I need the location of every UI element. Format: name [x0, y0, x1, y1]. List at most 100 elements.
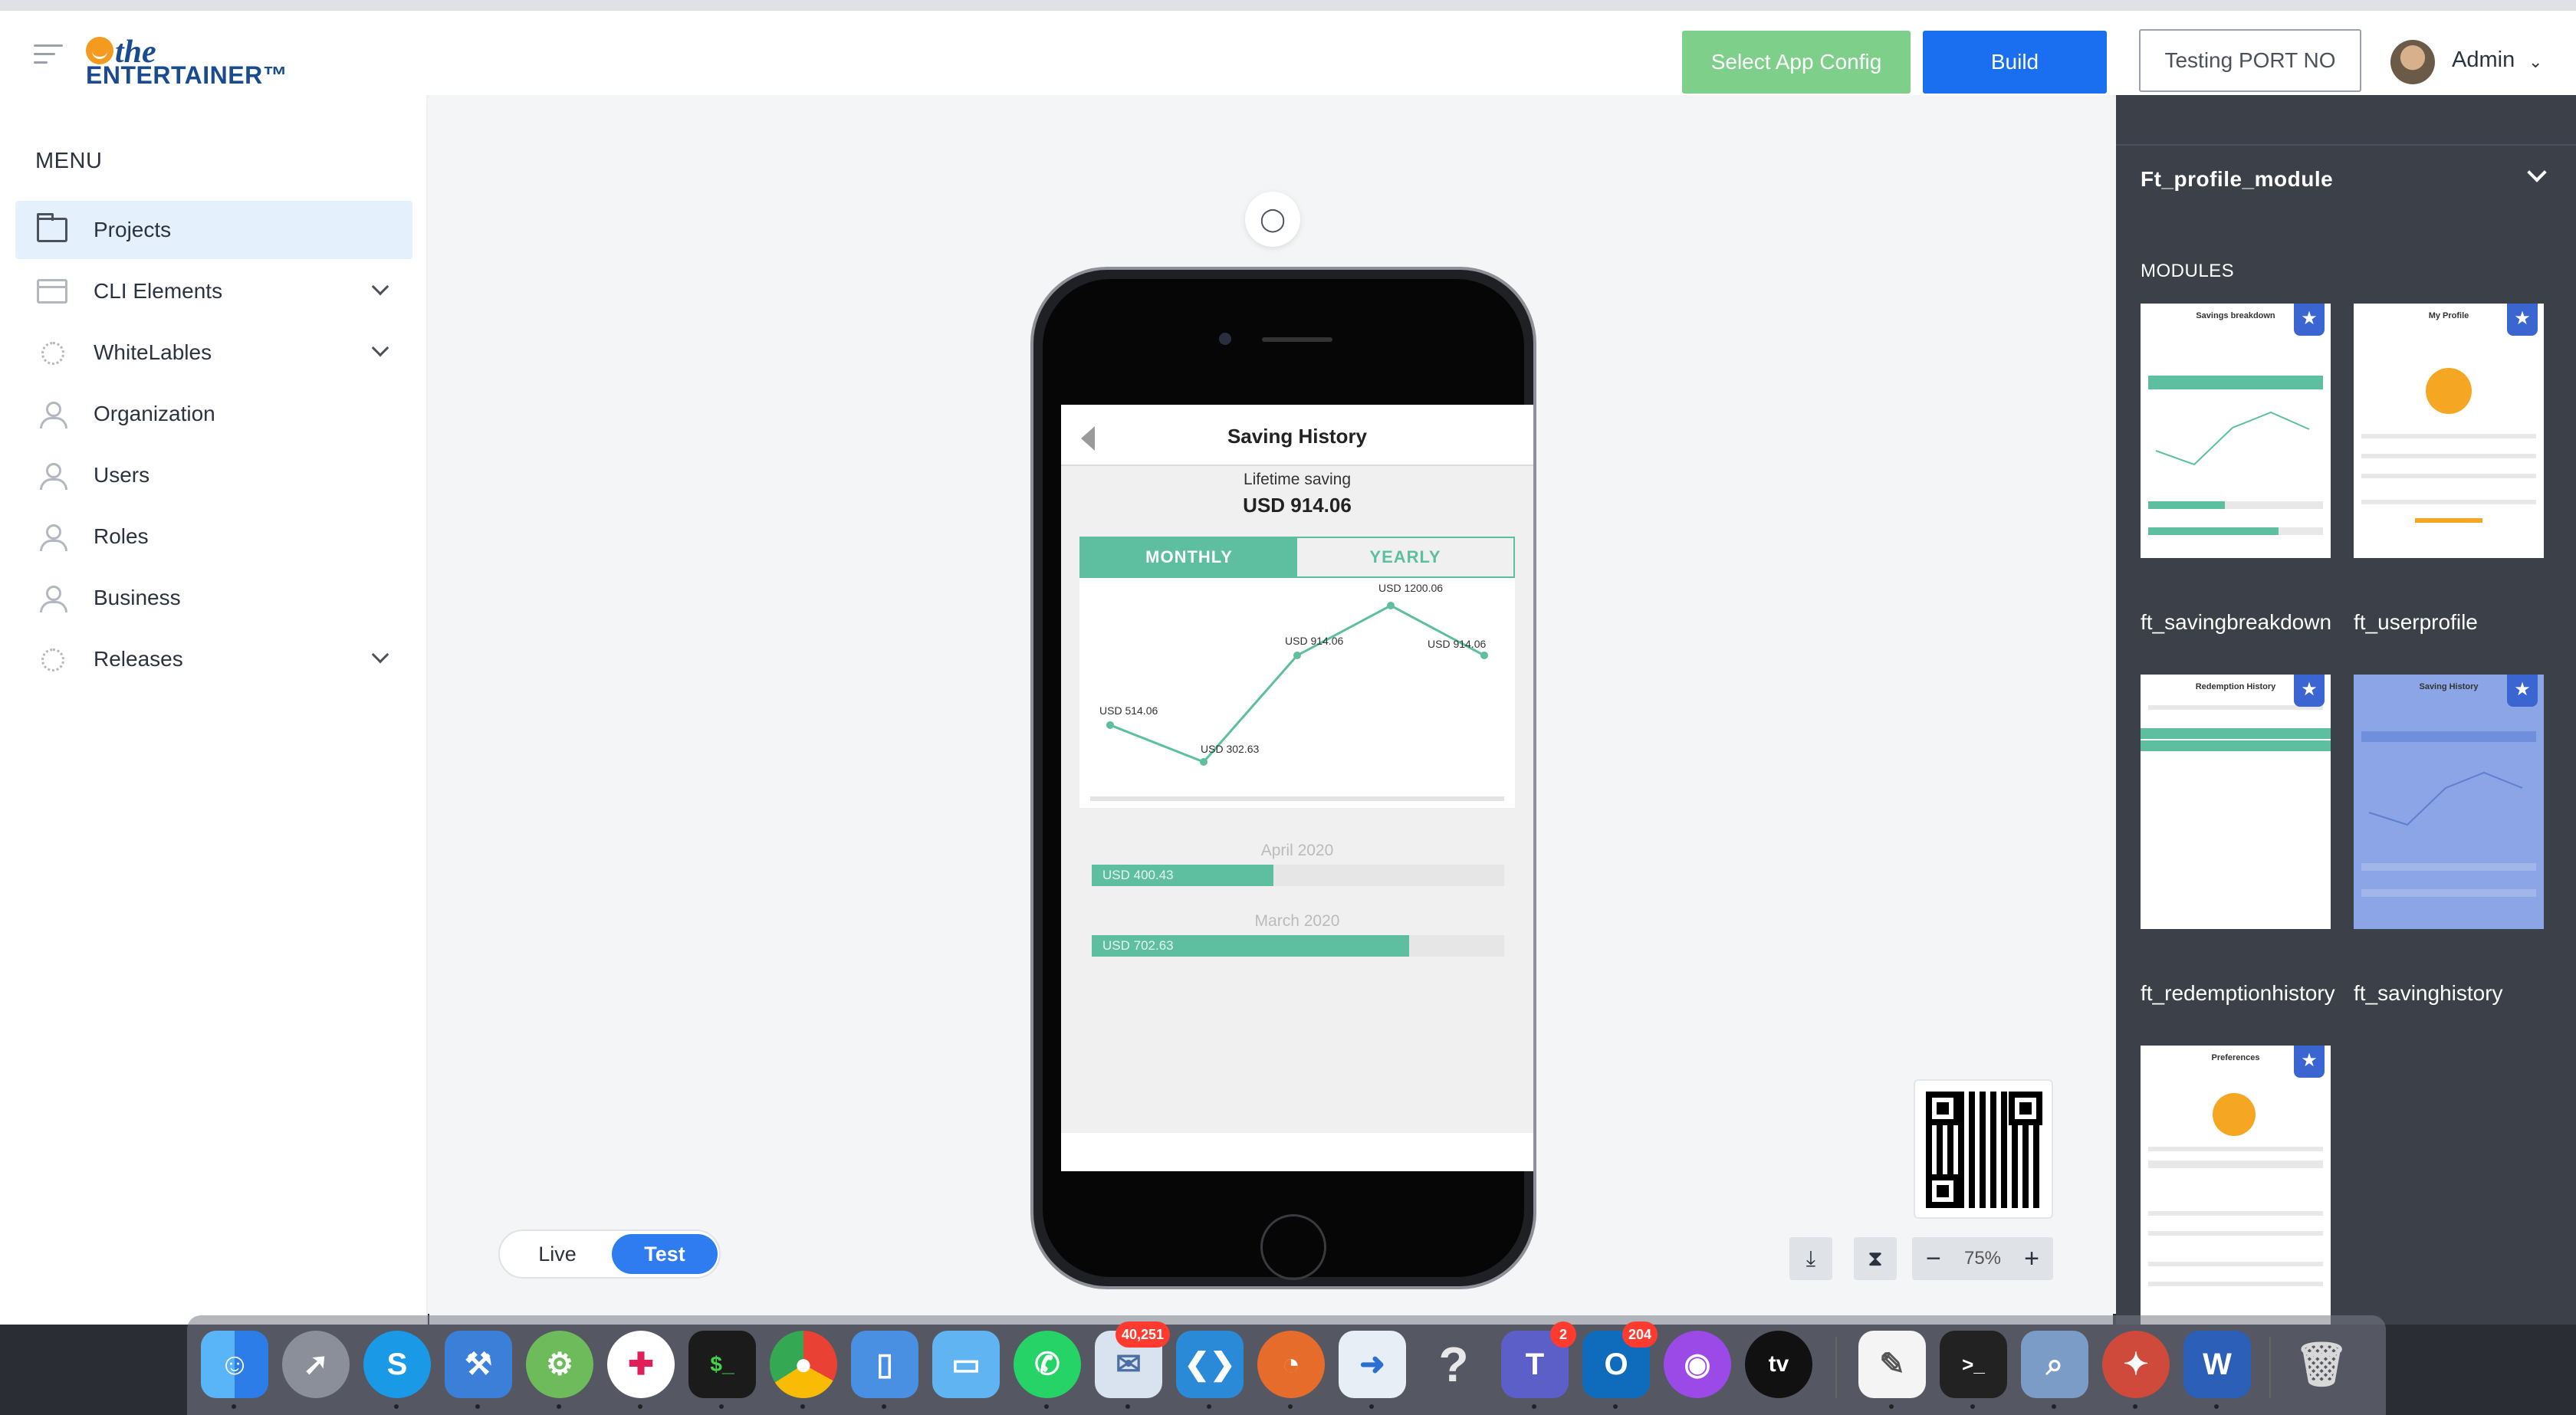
- sidebar-item-label: WhiteLables: [94, 340, 212, 364]
- chart-data-label: USD 302.63: [1201, 743, 1259, 755]
- chrome-icon[interactable]: ●: [770, 1331, 837, 1409]
- window-icon: [37, 279, 67, 304]
- menu-title: MENU: [35, 149, 103, 173]
- sidebar-item-business[interactable]: Business: [15, 569, 412, 627]
- xcode-icon[interactable]: ⚒: [445, 1331, 512, 1409]
- avatar[interactable]: [2390, 40, 2435, 84]
- star-icon[interactable]: ★: [2294, 1046, 2325, 1078]
- mail-icon[interactable]: ✉ 40,251: [1095, 1321, 1170, 1409]
- home-button: [1260, 1214, 1326, 1280]
- module-card-savingbreakdown[interactable]: Savings breakdown ★: [2141, 304, 2331, 558]
- module-card-preferences[interactable]: Preferences ★: [2141, 1046, 2331, 1325]
- sidebar: MENU Projects CLI Elements WhiteLables O…: [0, 95, 428, 1325]
- app-window: the ENTERTAINER™ Select App Config Build…: [0, 0, 2576, 1325]
- sidebar-item-label: CLI Elements: [94, 279, 223, 303]
- preview-icon[interactable]: ⌕: [2021, 1331, 2088, 1409]
- chevron-down-icon[interactable]: [2527, 163, 2547, 182]
- module-card-savinghistory[interactable]: Saving History ★: [2354, 675, 2544, 929]
- month-label: March 2020: [1254, 912, 1340, 930]
- top-bar: the ENTERTAINER™ Select App Config Build…: [0, 11, 2576, 95]
- skype-icon[interactable]: S: [363, 1331, 431, 1409]
- sidebar-item-projects[interactable]: Projects: [15, 201, 412, 259]
- sidebar-item-organization[interactable]: Organization: [15, 385, 412, 443]
- module-name: ft_userprofile: [2354, 610, 2478, 634]
- speaker-grill: [1262, 337, 1332, 342]
- smile-icon: [86, 37, 113, 64]
- sidebar-item-releases[interactable]: Releases: [15, 630, 412, 688]
- sidebar-item-roles[interactable]: Roles: [15, 507, 412, 566]
- tab-monthly[interactable]: MONTHLY: [1081, 538, 1297, 576]
- business-icon: [37, 586, 67, 612]
- star-icon[interactable]: ★: [2507, 304, 2538, 336]
- word-icon[interactable]: W: [2183, 1331, 2251, 1409]
- terminal-window-icon[interactable]: >_: [1940, 1331, 2007, 1409]
- mode-test-button[interactable]: Test: [612, 1234, 718, 1274]
- savings-line-chart: USD 514.06 USD 302.63 USD 914.06 USD 1200.0…: [1079, 578, 1515, 808]
- chart-data-label: USD 914.06: [1285, 635, 1343, 647]
- folder-icon[interactable]: ▭: [932, 1331, 1000, 1398]
- star-icon[interactable]: ★: [2507, 675, 2538, 707]
- hourglass-icon[interactable]: ⧗: [1854, 1237, 1897, 1280]
- download-icon[interactable]: ⤓: [1789, 1237, 1832, 1280]
- month-bar: USD 400.43: [1092, 865, 1504, 886]
- mini-chart: [2155, 411, 2310, 466]
- profile-avatar-icon: [2213, 1093, 2256, 1136]
- zoom-out-button[interactable]: −: [1926, 1244, 1941, 1274]
- profile-avatar-icon: [2426, 368, 2472, 414]
- safari-dev-icon[interactable]: ✦: [2102, 1331, 2170, 1409]
- sidebar-item-users[interactable]: Users: [15, 446, 412, 504]
- build-button[interactable]: Build: [1923, 31, 2107, 94]
- sidebar-item-cli-elements[interactable]: CLI Elements: [15, 262, 412, 320]
- appletv-icon[interactable]: tv: [1745, 1331, 1812, 1398]
- launchpad-icon[interactable]: ➚: [282, 1331, 350, 1398]
- screen-header: Saving History: [1061, 405, 1533, 466]
- zoom-in-button[interactable]: +: [2024, 1244, 2039, 1274]
- whatsapp-icon[interactable]: ✆: [1014, 1331, 1081, 1409]
- sidebar-item-label: Projects: [94, 218, 172, 241]
- chart-svg: USD 514.06 USD 302.63 USD 914.06 USD 1200.0…: [1090, 582, 1504, 801]
- mode-live-button[interactable]: Live: [515, 1231, 600, 1277]
- textedit-icon[interactable]: ✎: [1858, 1331, 1926, 1409]
- macos-dock: ☺ ➚ S ⚒ ⚙ ✚ $_ ● ▯ ▭ ✆ ✉ 40,251 ❮❯ ◔ ➜ ? …: [187, 1315, 2386, 1415]
- chevron-down-icon[interactable]: [371, 339, 389, 357]
- sidebar-item-label: Releases: [94, 647, 183, 671]
- teams-icon[interactable]: T2: [1501, 1321, 1576, 1409]
- chevron-down-icon[interactable]: [371, 277, 389, 296]
- testing-port-button[interactable]: Testing PORT NO: [2139, 29, 2361, 92]
- screen-footer: [1061, 1133, 1533, 1171]
- chart-point: [1293, 652, 1301, 660]
- select-app-config-button[interactable]: Select App Config: [1682, 31, 1911, 94]
- color-drop-icon[interactable]: ◯: [1245, 192, 1300, 247]
- migration-icon[interactable]: ➜: [1339, 1331, 1406, 1409]
- hamburger-menu-icon[interactable]: [34, 44, 63, 64]
- chevron-down-icon[interactable]: ⌄: [2528, 52, 2542, 72]
- outlook-icon[interactable]: O 204: [1582, 1321, 1658, 1409]
- slack-icon[interactable]: ✚: [607, 1331, 675, 1409]
- sourcetree-icon[interactable]: ◔: [1257, 1331, 1325, 1409]
- module-card-redemptionhistory[interactable]: Redemption History ★: [2141, 675, 2331, 929]
- star-icon[interactable]: ★: [2294, 675, 2325, 707]
- user-name[interactable]: Admin: [2452, 48, 2515, 73]
- month-label: April 2020: [1260, 842, 1334, 859]
- tab-yearly[interactable]: YEARLY: [1297, 538, 1513, 576]
- finder-icon[interactable]: ☺: [201, 1331, 268, 1409]
- trash-icon[interactable]: 🗑: [2288, 1331, 2355, 1398]
- chart-series-line: [1109, 604, 1485, 763]
- chevron-down-icon[interactable]: [371, 645, 389, 664]
- android-studio-icon[interactable]: ⚙: [526, 1331, 593, 1409]
- podcasts-icon[interactable]: ◉: [1664, 1331, 1731, 1398]
- module-name: ft_redemptionhistory: [2141, 981, 2335, 1005]
- chart-point: [1106, 721, 1114, 729]
- help-icon[interactable]: ?: [1420, 1331, 1487, 1398]
- vscode-icon[interactable]: ❮❯: [1176, 1331, 1244, 1409]
- sidebar-item-whitelables[interactable]: WhiteLables: [15, 323, 412, 382]
- simulator-icon[interactable]: ▯: [851, 1331, 918, 1409]
- module-group-title[interactable]: Ft_profile_module: [2141, 167, 2333, 192]
- module-name: ft_savingbreakdown: [2141, 610, 2332, 634]
- module-name: ft_savinghistory: [2354, 981, 2503, 1005]
- star-icon[interactable]: ★: [2294, 304, 2325, 336]
- module-card-userprofile[interactable]: My Profile ★: [2354, 304, 2544, 558]
- folder-icon: [37, 213, 67, 242]
- terminal-icon[interactable]: $_: [688, 1331, 756, 1409]
- camera-icon: [1219, 333, 1231, 345]
